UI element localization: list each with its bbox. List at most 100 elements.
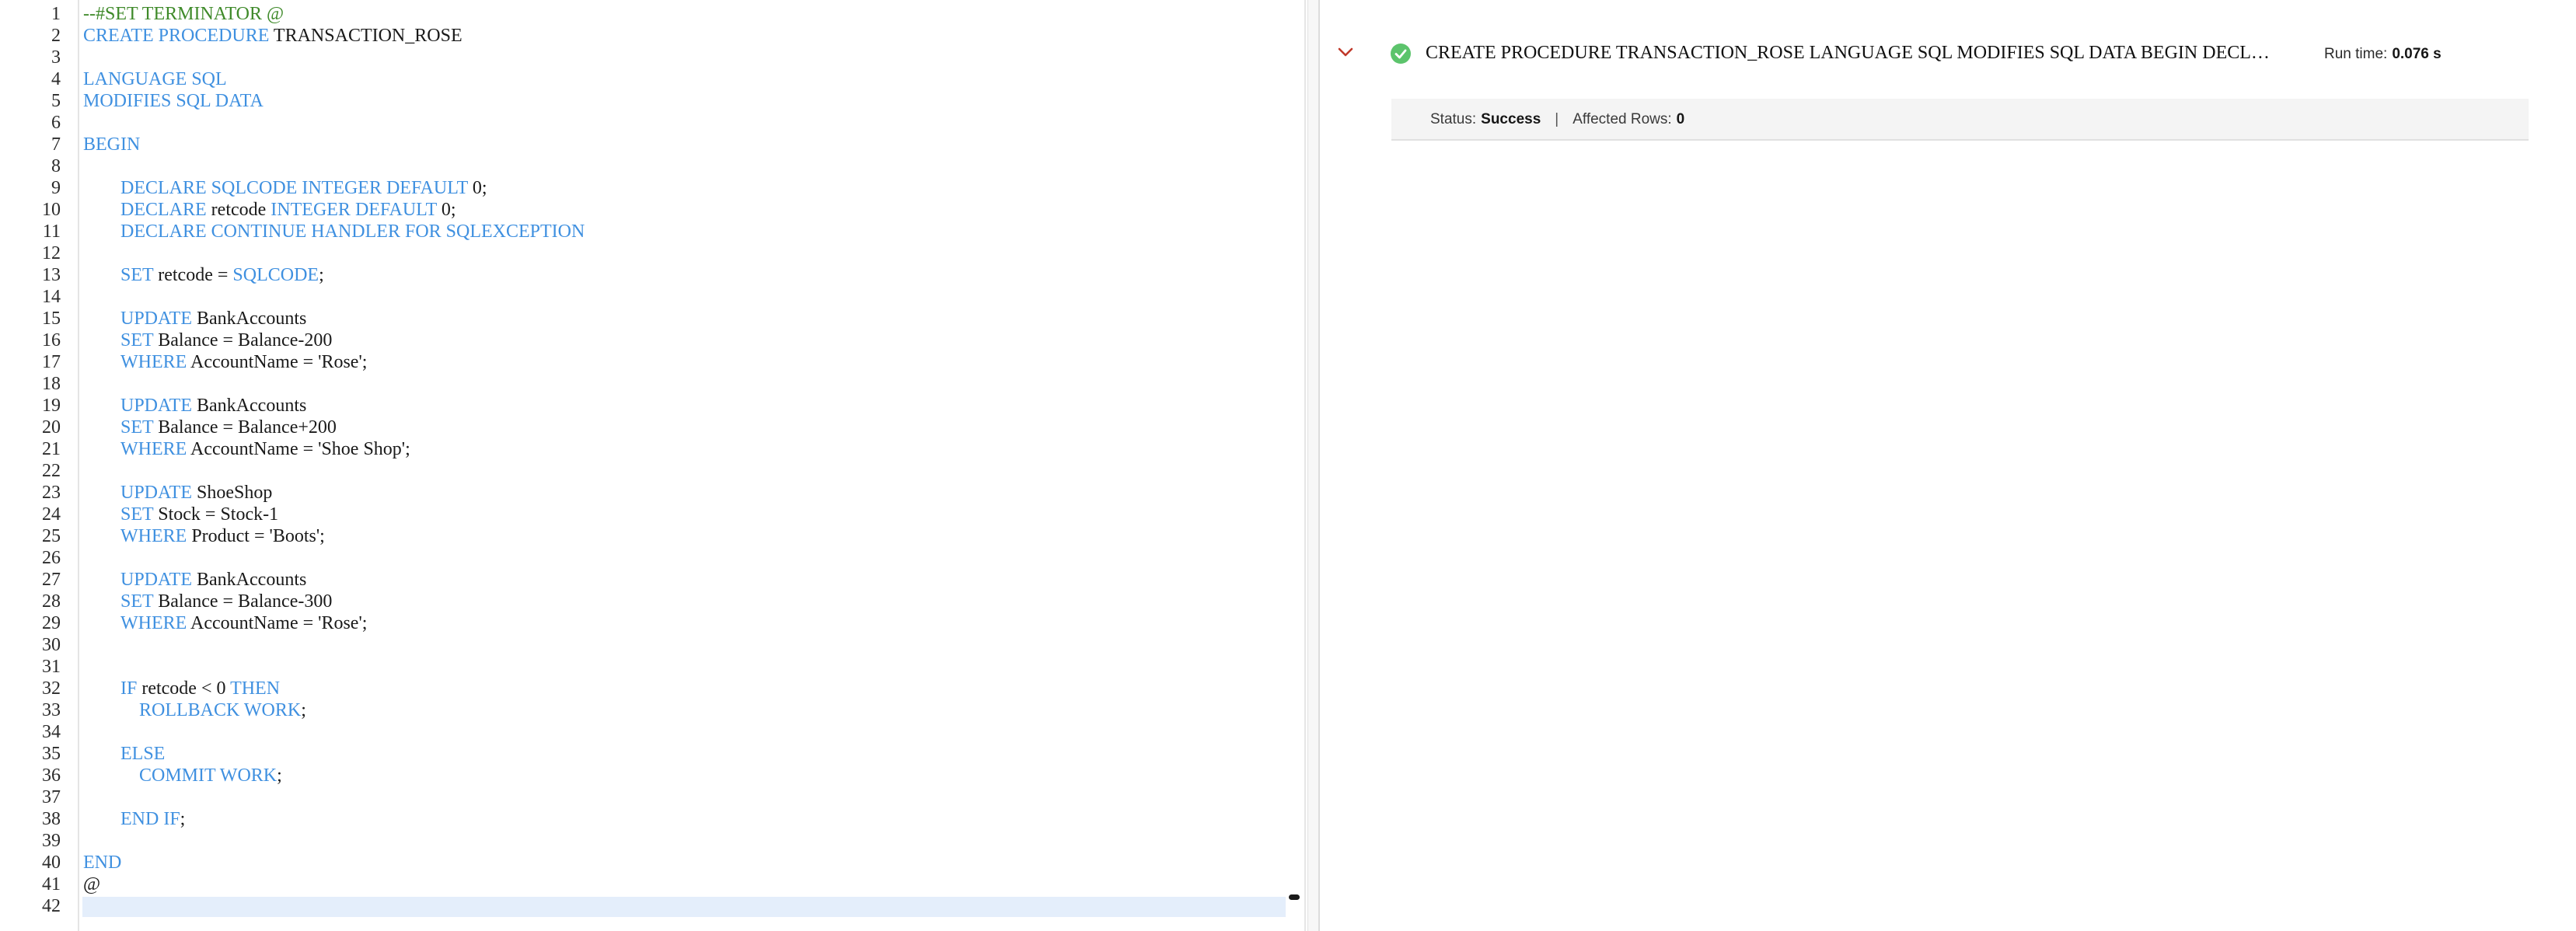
code-line[interactable]: 15 UPDATE BankAccounts (0, 308, 1307, 330)
line-number: 25 (42, 526, 61, 546)
code-line[interactable]: 42 (0, 895, 1307, 917)
sql-text: TRANSACTION_ROSE (269, 26, 462, 46)
code-line[interactable]: 27 UPDATE BankAccounts (0, 569, 1307, 591)
sql-text: BankAccounts (192, 309, 307, 329)
line-number: 29 (42, 613, 61, 633)
sql-text: BankAccounts (192, 396, 307, 416)
executed-statement: CREATE PROCEDURE TRANSACTION_ROSE LANGUA… (1426, 43, 2281, 63)
code-text: LANGUAGE SQL (83, 68, 227, 90)
code-line[interactable]: 24 SET Stock = Stock-1 (0, 504, 1307, 525)
sql-keyword: IF (120, 678, 138, 699)
sql-keyword: SET (120, 591, 154, 612)
code-line[interactable]: 12 (0, 242, 1307, 264)
line-number: 28 (42, 591, 61, 612)
code-line[interactable]: 26 (0, 547, 1307, 569)
code-text: END (83, 852, 121, 873)
code-line[interactable]: 6 (0, 112, 1307, 134)
code-area[interactable]: 1 --#SET TERMINATOR @ 2 CREATE PROCEDURE TR… (0, 3, 1307, 917)
line-number: 11 (42, 221, 61, 242)
code-line[interactable]: 5 MODIFIES SQL DATA (0, 90, 1307, 112)
sql-text: retcode < 0 (137, 678, 231, 699)
run-time-value: 0.076 s (2392, 46, 2442, 62)
code-text: END IF; (120, 808, 185, 830)
sql-editor[interactable]: 1 --#SET TERMINATOR @ 2 CREATE PROCEDURE TR… (0, 0, 1307, 931)
code-line[interactable]: 21 WHERE AccountName = 'Shoe Shop'; (0, 438, 1307, 460)
code-line[interactable]: 13 SET retcode = SQLCODE; (0, 264, 1307, 286)
sql-text: 0; (467, 178, 487, 198)
code-line[interactable]: 33 ROLLBACK WORK; (0, 699, 1307, 721)
sql-keyword: WHERE (120, 613, 187, 633)
line-number: 7 (51, 134, 61, 155)
sql-text: Stock = Stock-1 (153, 504, 279, 525)
code-text: DECLARE SQLCODE INTEGER DEFAULT 0; (120, 177, 487, 199)
code-line[interactable]: 30 (0, 634, 1307, 656)
code-text: SET Stock = Stock-1 (120, 504, 278, 525)
sql-text: AccountName = 'Shoe Shop'; (187, 439, 410, 459)
editor-scrollbar[interactable] (1304, 0, 1306, 931)
line-number: 32 (42, 678, 61, 699)
code-line[interactable]: 1 --#SET TERMINATOR @ (0, 3, 1307, 25)
line-number: 27 (42, 570, 61, 590)
code-line[interactable]: 40 END (0, 852, 1307, 873)
code-line[interactable]: 19 UPDATE BankAccounts (0, 395, 1307, 417)
code-text: UPDATE BankAccounts (120, 569, 306, 591)
sql-keyword: CREATE PROCEDURE (83, 26, 270, 46)
code-line[interactable]: 28 SET Balance = Balance-300 (0, 591, 1307, 612)
code-line[interactable]: 20 SET Balance = Balance+200 (0, 417, 1307, 438)
line-number: 17 (42, 352, 61, 372)
code-line[interactable]: 4 LANGUAGE SQL (0, 68, 1307, 90)
sql-keyword: ROLLBACK WORK (139, 700, 302, 720)
code-line[interactable]: 23 UPDATE ShoeShop (0, 482, 1307, 504)
chevron-down-icon[interactable] (1335, 42, 1356, 62)
code-line[interactable]: 14 (0, 286, 1307, 308)
sql-keyword: WHERE (120, 439, 187, 459)
line-number: 9 (51, 178, 61, 198)
code-line[interactable]: 10 DECLARE retcode INTEGER DEFAULT 0; (0, 199, 1307, 221)
line-number: 20 (42, 417, 61, 438)
cursor-marker (1289, 894, 1300, 900)
code-line[interactable]: 2 CREATE PROCEDURE TRANSACTION_ROSE (0, 25, 1307, 47)
code-line[interactable]: 17 WHERE AccountName = 'Rose'; (0, 351, 1307, 373)
results-panel: CREATE PROCEDURE TRANSACTION_ROSE LANGUA… (1321, 0, 2576, 931)
code-line[interactable]: 41 @ (0, 873, 1307, 895)
status-separator: | (1555, 111, 1559, 127)
sql-keyword: DECLARE SQLCODE INTEGER DEFAULT (120, 178, 468, 198)
code-line[interactable]: 25 WHERE Product = 'Boots'; (0, 525, 1307, 547)
code-line[interactable]: 35 ELSE (0, 743, 1307, 765)
sql-keyword: ELSE (120, 744, 166, 764)
code-line[interactable]: 37 (0, 786, 1307, 808)
line-number: 22 (42, 461, 61, 481)
status-value: Success (1481, 111, 1541, 127)
line-number: 15 (42, 309, 61, 329)
line-number: 42 (42, 896, 61, 916)
sql-keyword: END (83, 853, 122, 873)
code-line[interactable]: 7 BEGIN (0, 134, 1307, 155)
code-line[interactable]: 8 (0, 155, 1307, 177)
code-text: --#SET TERMINATOR @ (83, 3, 284, 25)
pane-splitter[interactable] (1307, 0, 1320, 931)
code-line[interactable]: 34 (0, 721, 1307, 743)
code-text: SET Balance = Balance-300 (120, 591, 332, 612)
code-line[interactable]: 29 WHERE AccountName = 'Rose'; (0, 612, 1307, 634)
sql-keyword: THEN (230, 678, 281, 699)
code-line[interactable]: 16 SET Balance = Balance-200 (0, 330, 1307, 351)
line-number: 34 (42, 722, 61, 742)
affected-rows-label: Affected Rows: (1572, 111, 1672, 127)
sql-keyword: DECLARE (120, 200, 207, 220)
code-line[interactable]: 31 (0, 656, 1307, 678)
line-number: 30 (42, 635, 61, 655)
code-text: DECLARE CONTINUE HANDLER FOR SQLEXCEPTIO… (120, 221, 585, 242)
code-text: UPDATE BankAccounts (120, 308, 306, 330)
code-line[interactable]: 39 (0, 830, 1307, 852)
code-line[interactable]: 36 COMMIT WORK; (0, 765, 1307, 786)
code-line[interactable]: 9 DECLARE SQLCODE INTEGER DEFAULT 0; (0, 177, 1307, 199)
code-line[interactable]: 32 IF retcode < 0 THEN (0, 678, 1307, 699)
line-number: 8 (51, 156, 61, 176)
code-line[interactable]: 18 (0, 373, 1307, 395)
code-line[interactable]: 3 (0, 47, 1307, 68)
code-line[interactable]: 38 END IF; (0, 808, 1307, 830)
line-number: 35 (42, 744, 61, 764)
code-line[interactable]: 22 (0, 460, 1307, 482)
sql-keyword: SQLCODE (232, 265, 319, 285)
code-line[interactable]: 11 DECLARE CONTINUE HANDLER FOR SQLEXCEPT… (0, 221, 1307, 242)
